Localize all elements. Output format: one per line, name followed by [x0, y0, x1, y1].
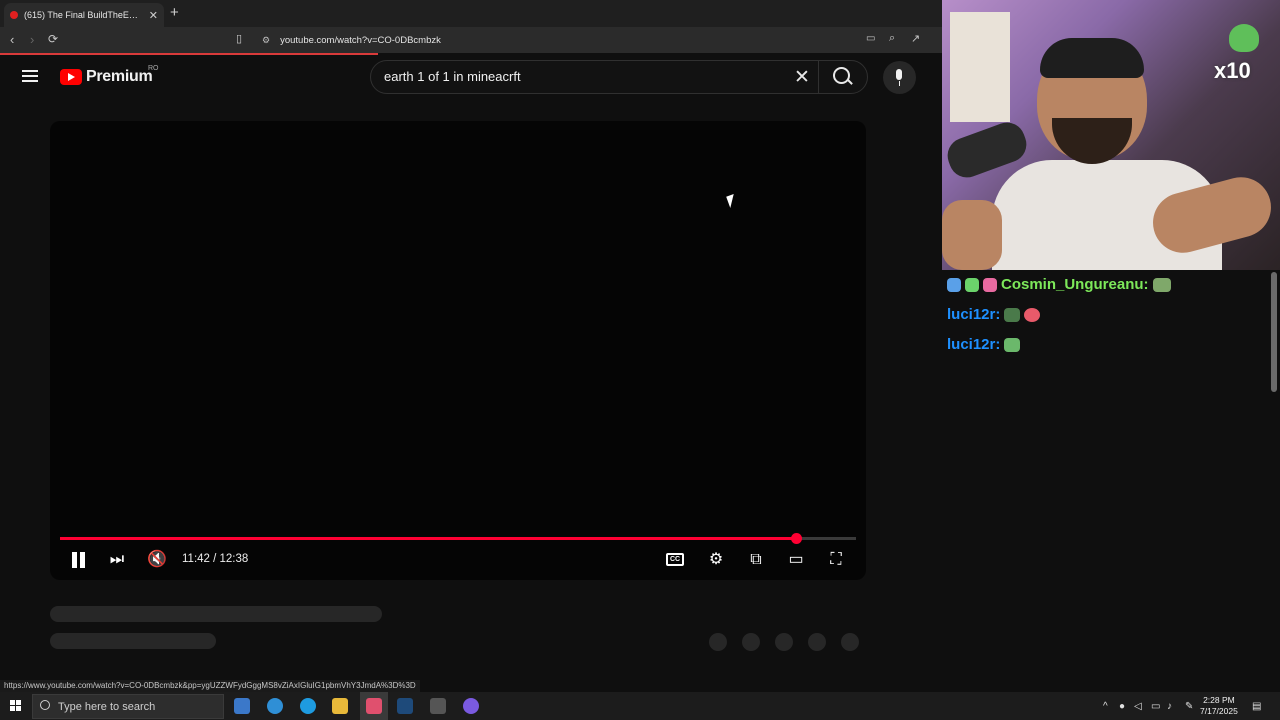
- frog-emote-icon: [1229, 24, 1259, 52]
- clock-time: 2:28 PM: [1203, 695, 1235, 705]
- bookmark-icon[interactable]: ▯: [236, 32, 242, 45]
- streamer-beanie: [1040, 38, 1144, 78]
- forward-icon[interactable]: ›: [30, 32, 34, 47]
- task-view-icon[interactable]: [234, 698, 250, 714]
- reload-icon[interactable]: ⟳: [48, 32, 58, 46]
- next-video-icon[interactable]: ⏭: [106, 549, 128, 571]
- action-placeholder: [709, 633, 727, 651]
- discord-icon[interactable]: [463, 698, 479, 714]
- edge-icon[interactable]: [300, 698, 316, 714]
- speaker-icon[interactable]: ♪: [1167, 701, 1172, 712]
- fullscreen-icon[interactable]: ⛶: [825, 549, 847, 571]
- microphone-icon[interactable]: ●: [1119, 701, 1125, 712]
- back-icon[interactable]: ‹: [10, 32, 14, 47]
- chat-scrollbar[interactable]: [1271, 272, 1277, 392]
- search-divider: [818, 61, 819, 93]
- chat-username[interactable]: luci12r:: [947, 336, 1000, 353]
- tray-chevron-icon[interactable]: ^: [1103, 701, 1108, 712]
- pause-icon[interactable]: [70, 552, 86, 568]
- logo-country-code: RO: [148, 65, 159, 72]
- chat-message: luci12r:: [947, 306, 1041, 323]
- muted-volume-icon[interactable]: 🔇: [146, 549, 168, 571]
- search-icon[interactable]: [833, 67, 850, 84]
- chat-username[interactable]: Cosmin_Ungureanu:: [1001, 276, 1149, 293]
- windows-start-icon[interactable]: [10, 700, 22, 712]
- sword-badge-icon: [947, 277, 961, 292]
- steam-icon[interactable]: [397, 698, 413, 714]
- clock-date: 7/17/2025: [1200, 706, 1238, 716]
- browser-tab[interactable]: (615) The Final BuildTheEarth Demo ✕: [4, 3, 164, 27]
- captions-icon[interactable]: CC: [666, 553, 684, 566]
- share-icon[interactable]: ↗: [911, 32, 920, 45]
- browser-app-icon[interactable]: [366, 698, 382, 714]
- theater-mode-icon[interactable]: ▭: [785, 549, 807, 571]
- chat-message: Cosmin_Ungureanu:: [947, 276, 1171, 293]
- progress-fill: [60, 537, 796, 540]
- action-placeholder: [742, 633, 760, 651]
- chat-message: luci12r:: [947, 336, 1021, 353]
- youtube-favicon-icon: [10, 11, 18, 19]
- youtube-logo-icon[interactable]: [60, 69, 82, 85]
- background-window: [950, 12, 1010, 122]
- file-explorer-icon[interactable]: [332, 698, 348, 714]
- subscriber-badge-icon: [965, 277, 979, 292]
- action-placeholder: [808, 633, 826, 651]
- close-tab-icon[interactable]: ✕: [149, 9, 158, 22]
- pen-icon[interactable]: ✎: [1185, 701, 1193, 712]
- gift-badge-icon: [983, 277, 997, 292]
- tab-title: (615) The Final BuildTheEarth Demo: [24, 10, 143, 20]
- taskbar-search-placeholder: Type here to search: [58, 701, 156, 713]
- address-bar[interactable]: ⚙ youtube.com/watch?v=CO-0DBcmbzk: [254, 30, 930, 50]
- settings-gear-icon[interactable]: ⚙: [705, 549, 727, 571]
- clear-search-icon[interactable]: ✕: [794, 66, 810, 89]
- voice-search-icon[interactable]: [883, 61, 916, 94]
- site-info-icon[interactable]: ⚙: [262, 35, 270, 46]
- logo-text[interactable]: Premium: [86, 68, 153, 86]
- url-text: youtube.com/watch?v=CO-0DBcmbzk: [280, 34, 441, 46]
- copilot-icon[interactable]: [267, 698, 283, 714]
- streamer-arm: [942, 200, 1002, 270]
- hamburger-menu-icon[interactable]: [22, 70, 38, 82]
- app-icon[interactable]: [430, 698, 446, 714]
- video-player[interactable]: [50, 121, 866, 580]
- chat-panel: [942, 270, 1280, 690]
- action-placeholder: [841, 633, 859, 651]
- link-status-bar: https://www.youtube.com/watch?v=CO-0DBcm…: [0, 680, 420, 692]
- time-display: 11:42 / 12:38: [182, 553, 249, 565]
- system-clock[interactable]: 2:28 PM 7/17/2025: [1200, 695, 1238, 717]
- search-icon: [40, 700, 50, 710]
- scrubber-handle[interactable]: [791, 533, 802, 544]
- emote-icon: [1004, 337, 1021, 352]
- streamer-beard: [1052, 118, 1132, 164]
- title-placeholder: [50, 606, 382, 622]
- miniplayer-icon[interactable]: ⧉: [745, 549, 767, 571]
- action-placeholder: [775, 633, 793, 651]
- chat-username[interactable]: luci12r:: [947, 306, 1000, 323]
- emote-icon: [1004, 307, 1021, 322]
- emote-icon: [1152, 277, 1171, 292]
- notification-icon[interactable]: ▤: [1252, 701, 1261, 712]
- multiplier-label: x10: [1214, 58, 1251, 83]
- emote-icon: [1024, 307, 1041, 322]
- zoom-icon[interactable]: ⌕: [889, 32, 895, 45]
- channel-placeholder: [50, 633, 216, 649]
- new-tab-button[interactable]: +: [170, 4, 179, 21]
- search-input[interactable]: earth 1 of 1 in mineacrft: [384, 69, 521, 84]
- network-icon[interactable]: ▭: [1151, 701, 1160, 712]
- webcam-overlay: x10: [942, 0, 1280, 270]
- volume-icon[interactable]: ◁: [1134, 701, 1142, 712]
- cast-icon[interactable]: ▭: [866, 33, 875, 44]
